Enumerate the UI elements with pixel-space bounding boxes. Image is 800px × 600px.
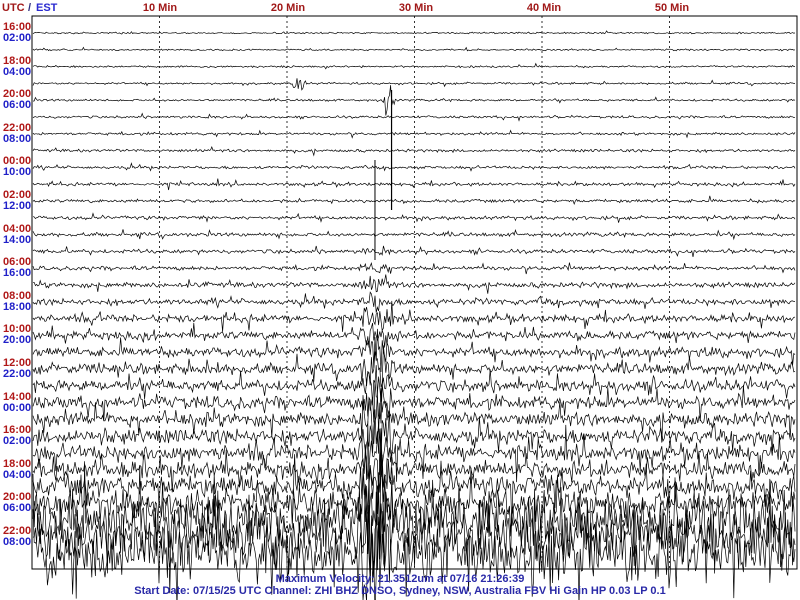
est-time-label: 18:00 (3, 300, 32, 313)
seismic-trace (32, 300, 796, 332)
est-time-label: 06:00 (3, 99, 32, 112)
seismic-trace (32, 146, 796, 157)
seismic-trace (32, 461, 796, 578)
est-time-label: 02:00 (3, 435, 32, 448)
est-time-label: 22:00 (3, 368, 32, 380)
utc-time-label: 14:00 (3, 390, 32, 403)
seismic-trace (32, 322, 796, 348)
seismic-trace (32, 46, 796, 52)
seismic-trace (32, 229, 796, 241)
seismic-trace (32, 274, 796, 294)
est-time-label: 20:00 (3, 334, 32, 347)
est-time-label: 04:00 (3, 65, 32, 78)
seismic-trace (32, 129, 796, 139)
est-time-label: 14:00 (3, 233, 32, 246)
seismic-trace (32, 85, 796, 116)
est-time-label: 06:00 (3, 502, 32, 515)
seismic-trace (32, 262, 796, 275)
est-time-label: 12:00 (3, 200, 32, 212)
est-time-label: 02:00 (3, 32, 32, 44)
seismic-trace (32, 245, 796, 257)
utc-time-label: 04:00 (3, 222, 32, 235)
seismic-trace (32, 62, 796, 70)
station-info-text: Start Date: 07/15/25 UTC Channel: ZHI BH… (134, 585, 666, 597)
est-time-label: 16:00 (3, 267, 32, 280)
est-time-label: 10:00 (3, 166, 32, 179)
seismic-trace (32, 112, 796, 122)
est-time-label: 08:00 (3, 536, 32, 548)
seismic-trace (32, 78, 795, 91)
seismic-trace (32, 30, 796, 35)
seismogram-panel: UTC / EST 10 Min 20 Min 30 Min 40 Min 50… (0, 0, 800, 600)
max-velocity-text: Maximum Velocity: 21.3512um at 07/16 21:… (275, 573, 525, 585)
seismic-trace (32, 291, 795, 313)
est-time-label: 08:00 (3, 132, 32, 145)
est-time-label: 00:00 (3, 401, 32, 414)
seismic-trace (32, 212, 796, 223)
utc-time-label: 18:00 (3, 54, 32, 67)
seismic-trace (32, 162, 796, 172)
seismogram-plot (31, 15, 798, 600)
seismic-trace (32, 195, 796, 206)
est-time-label: 04:00 (3, 468, 32, 481)
seismic-trace (32, 178, 796, 191)
